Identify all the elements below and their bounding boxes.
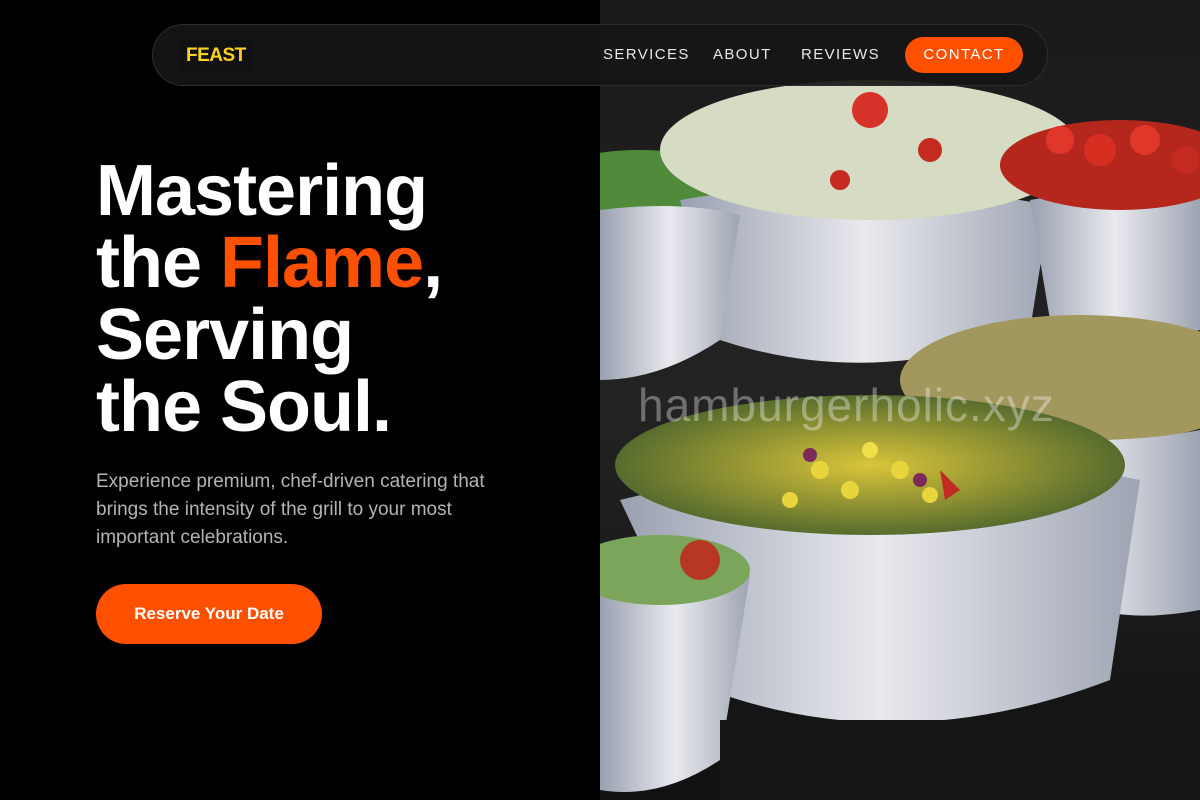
hero-description: Experience premium, chef-driven catering… (96, 471, 485, 548)
reserve-date-button[interactable]: Reserve Your Date (96, 584, 322, 644)
nav-link-reviews[interactable]: REVIEWS (801, 45, 880, 65)
hero-title-accent: Flame (220, 223, 424, 303)
contact-button[interactable]: CONTACT (905, 37, 1023, 73)
hero-left-panel: Mastering the Flame, Serving the Soul. E… (0, 0, 600, 800)
hero-title-line4: the Soul. (96, 367, 392, 447)
brand-logo[interactable]: FEAST (179, 40, 253, 72)
hero-title-line2-post: , (423, 223, 443, 303)
image-watermark: hamburgerholic.xyz (638, 379, 1055, 431)
nav-link-about[interactable]: ABOUT (713, 45, 772, 65)
top-navbar: FEAST SERVICES ABOUT REVIEWS CONTACT (152, 24, 1048, 86)
hero-title: Mastering the Flame, Serving the Soul. (96, 155, 566, 443)
hero-title-line2-pre: the (96, 223, 221, 303)
hero-image: hamburgerholic.xyz (600, 0, 1200, 800)
hero-title-line3: Serving (96, 295, 354, 375)
nav-link-services[interactable]: SERVICES (603, 45, 690, 65)
hero-title-line1: Mastering (96, 151, 428, 231)
